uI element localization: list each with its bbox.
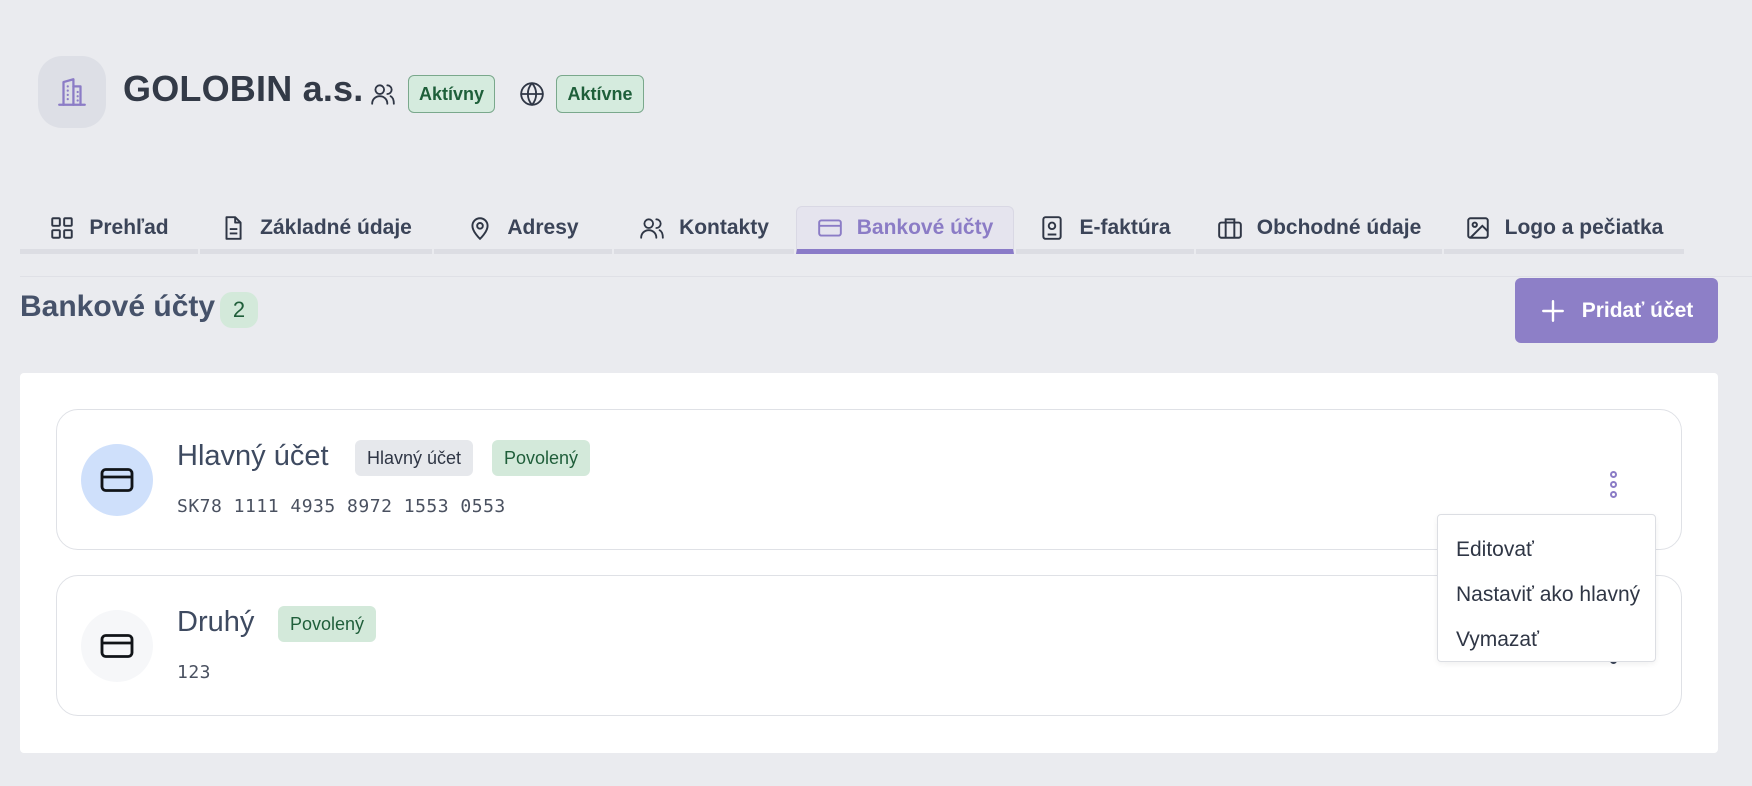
building-icon <box>58 78 86 106</box>
account-name: Hlavný účet <box>177 440 329 472</box>
tab-label: Základné údaje <box>260 215 412 239</box>
menu-item-delete[interactable]: Vymazať <box>1438 617 1655 662</box>
tab-adresy[interactable]: Adresy <box>434 206 612 254</box>
tab-logo-a-peciatka[interactable]: Logo a pečiatka <box>1444 206 1684 254</box>
credit-card-icon <box>100 634 134 658</box>
account-avatar <box>81 444 153 516</box>
add-account-label: Pridať účet <box>1581 298 1694 322</box>
kebab-dot <box>1609 490 1617 498</box>
tab-bankove-ucty[interactable]: Bankové účty <box>796 206 1014 254</box>
status-badge: Povolený <box>492 440 591 476</box>
tabs-divider <box>20 276 1752 277</box>
tab-label: Bankové účty <box>856 216 994 239</box>
id-badge-icon <box>1042 215 1063 240</box>
tab-zakladne-udaje[interactable]: Základné údaje <box>200 206 432 254</box>
tab-label: Kontakty <box>679 215 769 239</box>
account-avatar <box>81 610 153 682</box>
company-name: GOLOBIN a.s. <box>123 68 364 109</box>
briefcase-icon <box>1217 217 1242 239</box>
more-options-button[interactable] <box>1601 466 1625 502</box>
grid-icon <box>51 216 74 239</box>
tab-label: Obchodné údaje <box>1256 215 1422 239</box>
kebab-dot <box>1609 480 1617 488</box>
tab-label: Adresy <box>507 215 579 239</box>
globe-icon <box>518 80 546 108</box>
users-icon <box>369 80 397 108</box>
main-account-badge: Hlavný účet <box>355 440 474 476</box>
tab-label: Prehľad <box>89 215 169 239</box>
account-number: SK78 1111 4935 8972 1553 0553 <box>177 496 506 517</box>
menu-item-edit[interactable]: Editovať <box>1438 527 1655 572</box>
credit-card-icon <box>817 219 842 237</box>
status-badge: Povolený <box>278 606 377 642</box>
menu-item-set-main[interactable]: Nastaviť ako hlavný <box>1438 572 1655 617</box>
tab-obchodne-udaje[interactable]: Obchodné údaje <box>1196 206 1442 254</box>
account-name: Druhý <box>177 606 255 638</box>
account-actions-menu: Editovať Nastaviť ako hlavný Vymazať <box>1437 514 1656 662</box>
add-account-button[interactable]: Pridať účet <box>1515 278 1718 343</box>
document-icon <box>225 215 242 240</box>
account-number: 123 <box>177 662 212 683</box>
company-avatar <box>38 56 106 128</box>
plus-icon <box>1541 299 1564 322</box>
section-title: Bankové účty <box>20 290 216 323</box>
count-badge: 2 <box>220 292 258 328</box>
web-status-badge: Aktívne <box>556 75 644 113</box>
tab-e-faktura[interactable]: E-faktúra <box>1016 206 1194 254</box>
kebab-dot <box>1609 470 1617 478</box>
tab-kontakty[interactable]: Kontakty <box>614 206 794 254</box>
contact-status-badge: Aktívny <box>408 75 495 113</box>
image-icon <box>1466 216 1489 239</box>
users-icon <box>640 217 664 239</box>
tab-prehlad[interactable]: Prehľad <box>20 206 198 254</box>
credit-card-icon <box>100 468 134 492</box>
tab-label: Logo a pečiatka <box>1504 215 1664 239</box>
map-pin-icon <box>471 216 489 240</box>
tab-label: E-faktúra <box>1079 215 1171 239</box>
